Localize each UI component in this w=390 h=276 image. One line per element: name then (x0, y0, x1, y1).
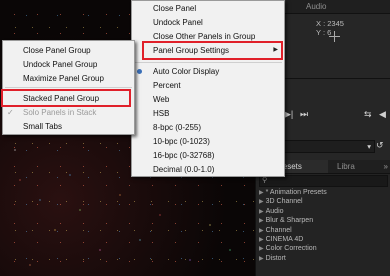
mute-icon[interactable]: ◀ (379, 108, 386, 120)
crosshair-icon (329, 31, 340, 42)
expand-triangle-icon: ▶ (259, 255, 264, 262)
menu-separator (134, 62, 282, 63)
highlight-box (1, 89, 131, 107)
expand-triangle-icon: ▶ (259, 218, 264, 225)
step-forward-icon[interactable]: ▶| (284, 108, 293, 120)
radio-selected-icon (137, 69, 142, 74)
menu-item-undock-panel-group[interactable]: Undock Panel Group (3, 58, 134, 71)
menu-item-close-panel[interactable]: Close Panel (132, 2, 284, 15)
menu-item-16-bpc[interactable]: 16-bpc (0-32768) (132, 149, 284, 162)
menu-item-solo-panels-in-stack[interactable]: ✓ Solo Panels in Stack (3, 106, 134, 119)
expand-triangle-icon: ▶ (259, 236, 264, 243)
list-item[interactable]: ▶ Distort (259, 254, 389, 263)
menu-item-hsb[interactable]: HSB (132, 107, 284, 120)
list-item[interactable]: ▶ Color Correction (259, 244, 389, 253)
tab-audio[interactable]: Audio (300, 0, 332, 13)
menu-separator (5, 87, 132, 88)
effects-list: ▶ * Animation Presets ▶ 3D Channel ▶ Audio … (259, 188, 389, 263)
list-item[interactable]: ▶ * Animation Presets (259, 188, 389, 197)
menu-item-close-panel-group[interactable]: Close Panel Group (3, 44, 134, 57)
expand-triangle-icon: ▶ (259, 246, 264, 253)
list-item[interactable]: ▶ Channel (259, 226, 389, 235)
menu-item-percent[interactable]: Percent (132, 79, 284, 92)
list-item[interactable]: ▶ Blur & Sharpen (259, 216, 389, 225)
last-frame-icon[interactable]: ⏭ (300, 108, 308, 120)
menu-item-decimal[interactable]: Decimal (0.0-1.0) (132, 163, 284, 176)
menu-item-small-tabs[interactable]: Small Tabs (3, 120, 134, 133)
panel-group-settings-submenu: Close Panel Group Undock Panel Group Max… (1, 40, 135, 135)
expand-triangle-icon: ▶ (259, 199, 264, 206)
list-item[interactable]: ▶ Audio (259, 207, 389, 216)
reset-icon[interactable]: ↺ (376, 140, 384, 151)
search-icon: ⚲ (262, 177, 268, 184)
menu-item-auto-color-display[interactable]: Auto Color Display (132, 65, 284, 78)
menu-item-maximize-panel-group[interactable]: Maximize Panel Group (3, 72, 134, 85)
tabs-overflow-icon[interactable]: » (384, 160, 388, 173)
list-item[interactable]: ▶ CINEMA 4D (259, 235, 389, 244)
menu-item-8-bpc[interactable]: 8-bpc (0-255) (132, 121, 284, 134)
highlight-box (142, 41, 283, 60)
tab-libraries[interactable]: Libra (332, 160, 360, 173)
loop-icon[interactable]: ⇆ (364, 108, 372, 120)
panel-menu: Close Panel Undock Panel Close Other Pan… (131, 0, 285, 177)
list-item[interactable]: ▶ 3D Channel (259, 197, 389, 206)
checkmark-icon: ✓ (7, 108, 14, 117)
expand-triangle-icon: ▶ (259, 190, 264, 196)
chevron-down-icon: ▾ (367, 142, 371, 151)
effects-presets-panel: s & Presets Libra » ⚲ ▶* Animation Prese… (255, 160, 390, 276)
expand-triangle-icon: ▶ (259, 227, 264, 234)
expand-triangle-icon: ▶ (259, 208, 264, 215)
menu-item-10-bpc[interactable]: 10-bpc (0-1023) (132, 135, 284, 148)
menu-item-undock-panel[interactable]: Undock Panel (132, 16, 284, 29)
menu-item-web[interactable]: Web (132, 93, 284, 106)
